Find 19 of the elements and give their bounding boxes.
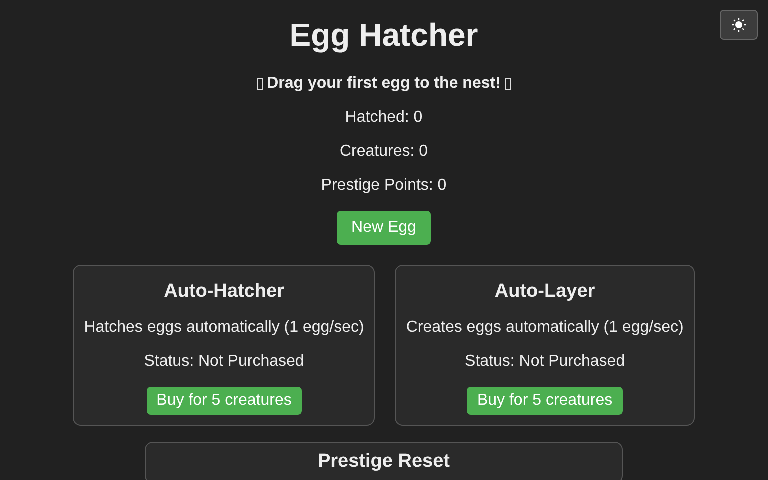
card-status: Status: Not Purchased (465, 353, 626, 371)
theme-toggle-button[interactable] (720, 10, 758, 40)
page-title: Egg Hatcher (290, 16, 478, 54)
hint-text: Drag your first egg to the nest! (267, 75, 501, 93)
missing-glyph-icon (504, 78, 511, 90)
missing-glyph-icon (257, 78, 264, 90)
card-title: Auto-Layer (494, 281, 596, 303)
card-description: Hatches eggs automatically (1 egg/sec) (84, 319, 364, 337)
sun-icon (732, 18, 746, 32)
buy-button[interactable]: Buy for 5 creatures (146, 387, 302, 415)
card-status: Status: Not Purchased (144, 353, 304, 371)
new-egg-button[interactable]: New Egg (336, 211, 432, 245)
card-title: Auto-Hatcher (164, 281, 284, 303)
card-description: Creates eggs automatically (1 egg/sec) (406, 319, 684, 337)
card-title: Prestige Reset (318, 451, 450, 473)
stat-text: Prestige Points: 0 (321, 177, 447, 195)
stat-text: Creatures: 0 (340, 143, 428, 161)
stat-text: Hatched: 0 (345, 109, 423, 127)
buy-button[interactable]: Buy for 5 creatures (467, 387, 623, 415)
